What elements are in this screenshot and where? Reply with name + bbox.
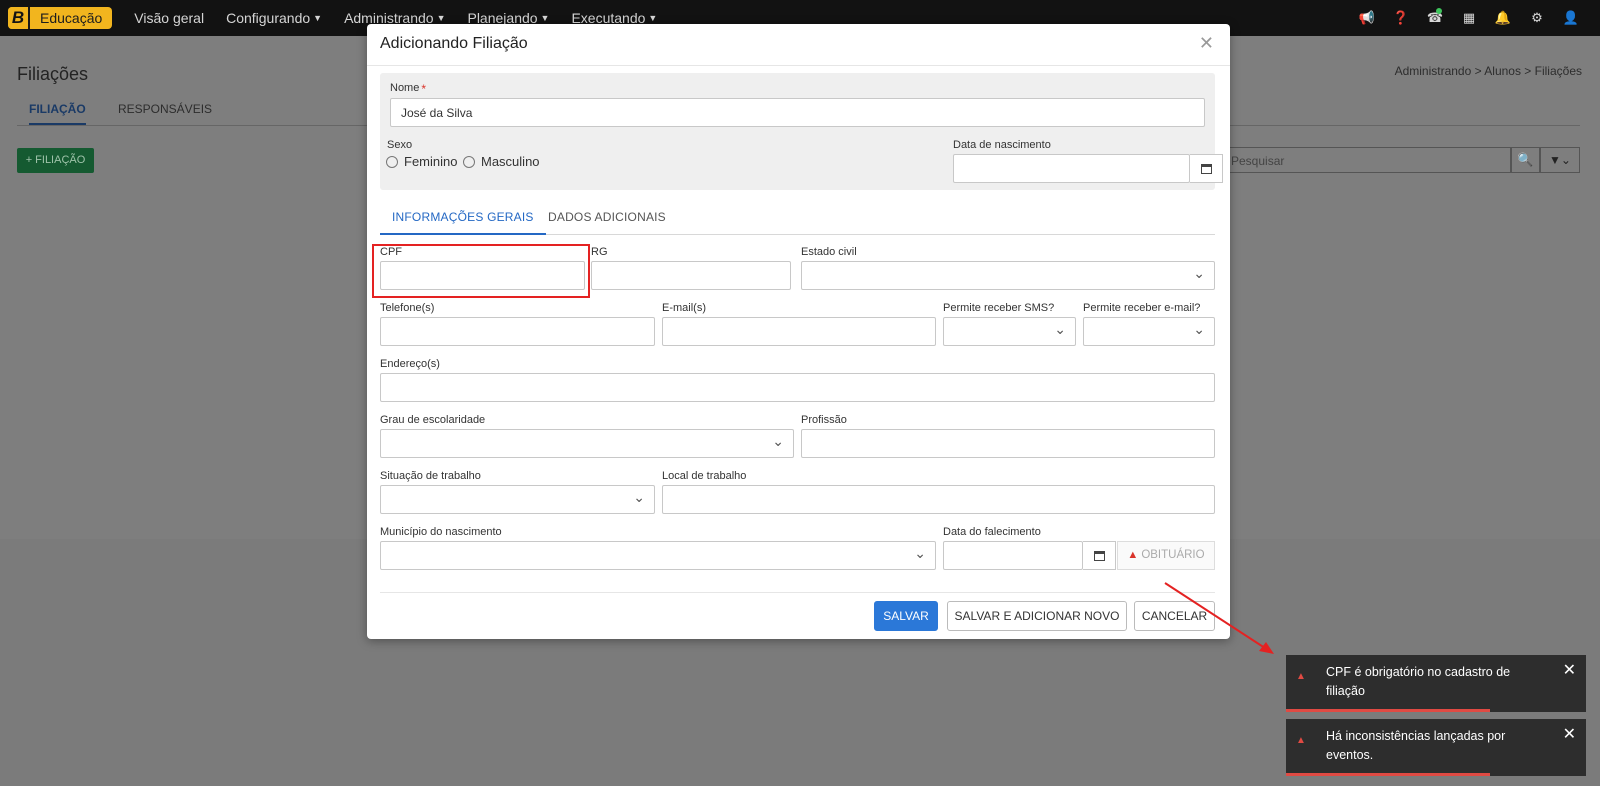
add-filiacao-modal: Adicionando Filiação ✕ Nome * José da Sil… [367, 24, 1230, 639]
rg-label: RG [591, 246, 608, 258]
search-input[interactable]: Pesquisar [1228, 147, 1511, 173]
search-icon: 🔍 [1517, 152, 1534, 167]
close-icon[interactable]: ✕ [1563, 725, 1576, 744]
rg-input[interactable] [591, 261, 791, 290]
data-falecimento-input[interactable] [943, 541, 1083, 570]
radio-label: Feminino [404, 154, 458, 169]
grau-escolaridade-label: Grau de escolaridade [380, 414, 486, 426]
data-nascimento-label: Data de nascimento [953, 139, 1051, 151]
user-icon[interactable]: 👤 [1554, 10, 1588, 26]
estado-civil-label: Estado civil [801, 246, 857, 258]
add-filiacao-button[interactable]: + FILIAÇÃO [17, 148, 94, 173]
nav-item-label: Visão geral [134, 10, 205, 26]
warning-icon: ▲ [1127, 549, 1139, 561]
apps-grid-icon[interactable]: ▦ [1452, 10, 1486, 26]
radio-masculino[interactable]: Masculino [463, 154, 540, 169]
brand-logo[interactable]: B Educação [8, 7, 113, 29]
toast-inconsistencias: ▲ Há inconsistências lançadas por evento… [1286, 719, 1586, 776]
required-asterisk: * [421, 82, 427, 96]
warning-icon: ▲ [1296, 671, 1306, 682]
toast-message: Há inconsistências lançadas por eventos. [1326, 729, 1506, 762]
calendar-icon [1093, 550, 1105, 561]
estado-civil-select[interactable] [801, 261, 1215, 290]
radio-circle-icon [463, 155, 475, 168]
chevron-down-icon: ▼ [436, 13, 446, 23]
support-icon[interactable]: ☎ [1418, 8, 1452, 26]
nav-item-visao-geral[interactable]: Visão geral [134, 10, 204, 26]
bell-icon[interactable]: 🔔 [1486, 10, 1520, 26]
close-icon[interactable]: ✕ [1199, 33, 1214, 54]
permite-sms-select[interactable] [943, 317, 1076, 346]
annotation-arrow [1164, 582, 1274, 654]
nav-icons: 📢 ❓ ☎ ▦ 🔔 ⚙ 👤 [1350, 0, 1588, 36]
permite-sms-label: Permite receber SMS? [943, 302, 1055, 314]
radio-feminino[interactable]: Feminino [386, 154, 457, 169]
settings-icon[interactable]: ⚙ [1520, 10, 1554, 26]
brand-letter: B [8, 7, 30, 29]
profissao-input[interactable] [801, 429, 1215, 458]
nav-item-label: Configurando [226, 10, 311, 26]
chevron-down-icon: ▼ [313, 13, 323, 23]
enderecos-input[interactable] [380, 373, 1215, 402]
nome-label: Nome * [390, 82, 427, 96]
situacao-trabalho-select[interactable] [380, 485, 655, 514]
telefones-label: Telefone(s) [380, 302, 435, 314]
toast-progress-bar [1286, 709, 1490, 712]
radio-circle-icon [386, 155, 398, 168]
sexo-label: Sexo [387, 139, 413, 151]
online-status-dot [1436, 8, 1442, 14]
divider [367, 65, 1230, 66]
grau-escolaridade-select[interactable] [380, 429, 794, 458]
enderecos-label: Endereço(s) [380, 358, 440, 370]
megaphone-icon[interactable]: 📢 [1350, 10, 1384, 26]
search-button[interactable]: 🔍 [1511, 147, 1540, 173]
radio-label: Masculino [481, 154, 540, 169]
modal-tabs: INFORMAÇÕES GERAIS DADOS ADICIONAIS [380, 202, 1215, 235]
filter-button[interactable]: ▼⌄ [1540, 147, 1580, 173]
page-title: Filiações [17, 64, 89, 84]
filter-icon: ▼⌄ [1549, 153, 1571, 167]
municipio-nascimento-select[interactable] [380, 541, 936, 570]
identity-section: Nome * José da Silva Sexo Feminino Mascul… [380, 73, 1223, 190]
obituario-button[interactable]: ▲ OBITUÁRIO [1117, 541, 1215, 570]
telefones-input[interactable] [380, 317, 655, 346]
tab-dados-adicionais[interactable]: DADOS ADICIONAIS [548, 210, 666, 224]
tab-informacoes-gerais[interactable]: INFORMAÇÕES GERAIS [380, 210, 546, 235]
save-button[interactable]: SALVAR [874, 601, 938, 631]
toast-message: CPF é obrigatório no cadastro de filiaçã… [1326, 665, 1511, 698]
save-and-new-button[interactable]: SALVAR E ADICIONAR NOVO [947, 601, 1127, 631]
situacao-trabalho-label: Situação de trabalho [380, 470, 481, 482]
chevron-down-icon: ▼ [540, 13, 550, 23]
toast-cpf-required: ▲ CPF é obrigatório no cadastro de filia… [1286, 655, 1586, 712]
chevron-down-icon: ▼ [648, 13, 658, 23]
brand-name: Educação [40, 10, 103, 26]
tab-filiacao[interactable]: FILIAÇÃO [29, 102, 86, 125]
warning-icon: ▲ [1296, 735, 1306, 746]
close-icon[interactable]: ✕ [1563, 661, 1576, 680]
permite-email-select[interactable] [1083, 317, 1215, 346]
nav-item-configurando[interactable]: Configurando ▼ [226, 10, 322, 26]
help-icon[interactable]: ❓ [1384, 10, 1418, 26]
local-trabalho-label: Local de trabalho [662, 470, 747, 482]
breadcrumb[interactable]: Administrando > Alunos > Filiações [1395, 64, 1582, 78]
data-falecimento-label: Data do falecimento [943, 526, 1041, 538]
calendar-button[interactable] [1083, 541, 1116, 570]
nome-input[interactable]: José da Silva [390, 98, 1205, 127]
data-nascimento-input[interactable] [953, 154, 1190, 183]
modal-title: Adicionando Filiação [380, 35, 528, 52]
obituario-label: OBITUÁRIO [1141, 549, 1205, 561]
profissao-label: Profissão [801, 414, 847, 426]
municipio-nascimento-label: Município do nascimento [380, 526, 502, 538]
tab-responsaveis[interactable]: RESPONSÁVEIS [118, 102, 212, 116]
permite-email-label: Permite receber e-mail? [1083, 302, 1201, 314]
calendar-button[interactable] [1190, 154, 1223, 183]
divider [380, 592, 1215, 593]
local-trabalho-input[interactable] [662, 485, 1215, 514]
emails-label: E-mail(s) [662, 302, 706, 314]
toast-progress-bar [1286, 773, 1490, 776]
cpf-highlight-box [372, 244, 590, 298]
emails-input[interactable] [662, 317, 936, 346]
calendar-icon [1200, 163, 1212, 174]
